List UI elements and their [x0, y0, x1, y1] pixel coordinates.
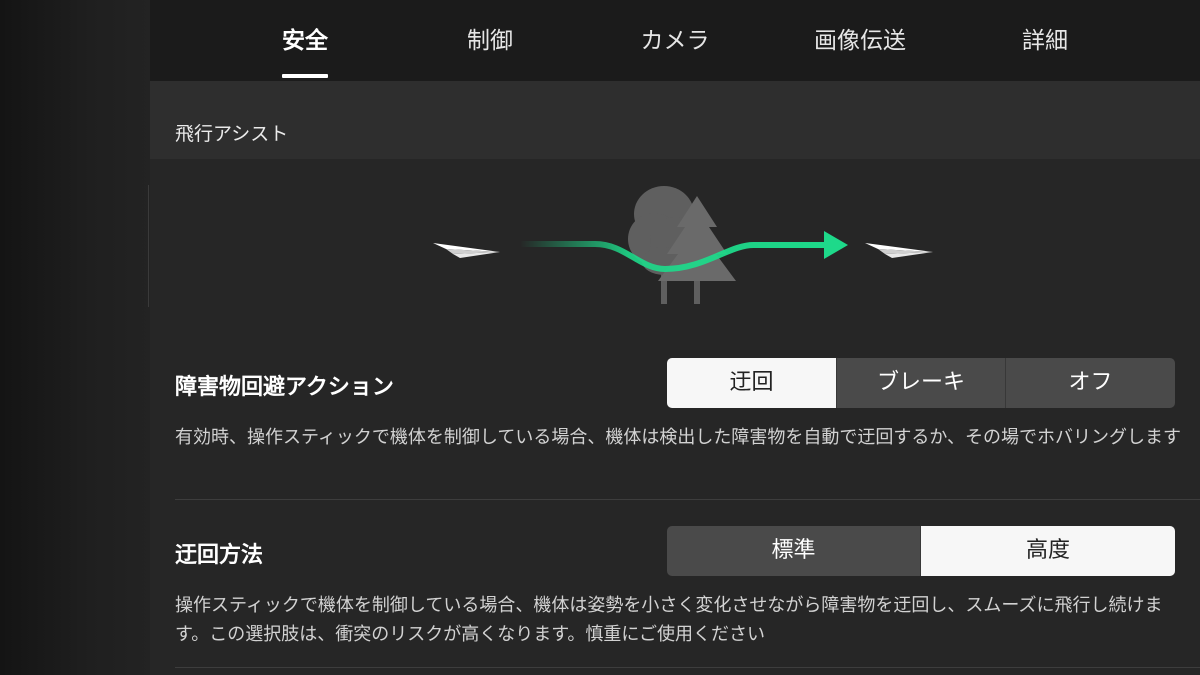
option-off[interactable]: オフ: [1005, 358, 1175, 408]
obstacle-action-title: 障害物回避アクション: [175, 375, 394, 400]
bypass-method-title: 迂回方法: [175, 543, 264, 568]
tab-bar: 安全 制御 カメラ 画像伝送 詳細: [150, 0, 1200, 81]
option-brake[interactable]: ブレーキ: [836, 358, 1005, 408]
paper-plane-icon: [865, 243, 933, 258]
trees-icon: [628, 186, 736, 304]
tab-transmission[interactable]: 画像伝送: [795, 26, 925, 56]
tab-advanced[interactable]: 詳細: [995, 26, 1095, 56]
bypass-method-description: 操作スティックで機体を制御している場合、機体は姿勢を小さく変化させながら障害物を…: [175, 595, 1163, 645]
section-title: 飛行アシスト: [175, 123, 289, 145]
section-header: 飛行アシスト: [150, 81, 1200, 159]
divider: [175, 499, 1200, 500]
bypass-method-selector: 標準 高度: [667, 526, 1175, 576]
background-left-pane: [0, 0, 150, 675]
settings-panel: 安全 制御 カメラ 画像伝送 詳細 飛行アシスト 障害物回避アクション 迂回 ブ…: [150, 0, 1200, 675]
obstacle-action-description: 有効時、操作スティックで機体を制御している場合、機体は検出した障害物を自動で迂回…: [175, 427, 1182, 448]
flight-assist-illustration: [150, 159, 1200, 334]
option-bypass[interactable]: 迂回: [667, 358, 836, 408]
active-tab-indicator: [282, 74, 328, 78]
paper-plane-icon: [433, 243, 500, 258]
option-nifty[interactable]: 高度: [920, 526, 1175, 576]
option-normal[interactable]: 標準: [667, 526, 920, 576]
divider: [175, 667, 1200, 668]
tab-camera[interactable]: カメラ: [615, 26, 735, 56]
tab-safety[interactable]: 安全: [255, 26, 355, 56]
pane-edge: [148, 185, 149, 307]
tab-control[interactable]: 制御: [440, 26, 540, 56]
obstacle-action-selector: 迂回 ブレーキ オフ: [667, 358, 1175, 408]
